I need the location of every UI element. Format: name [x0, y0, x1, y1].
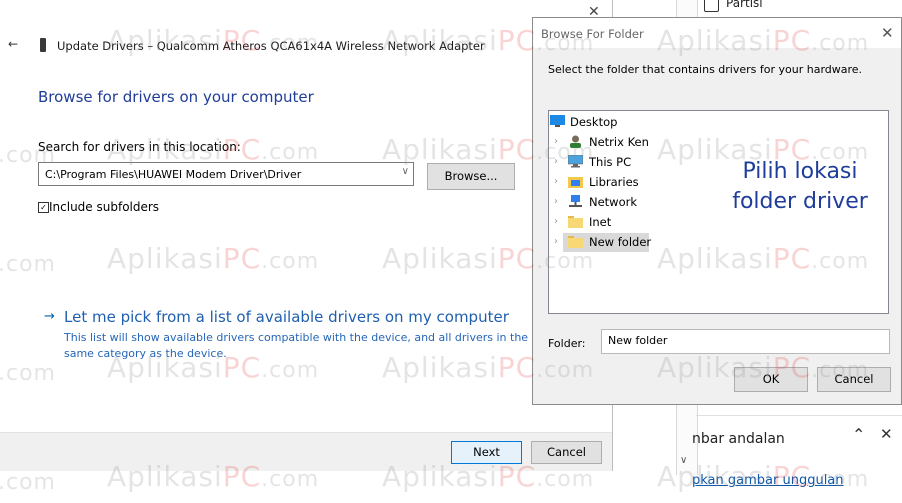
tree-item-label: This PC	[589, 155, 632, 169]
folder-icon	[568, 236, 583, 248]
folder-input-value: New folder	[608, 334, 668, 347]
network-icon	[569, 195, 582, 207]
tree-item-label: Network	[589, 195, 638, 209]
expand-chevron-icon[interactable]: ›	[554, 236, 558, 247]
driver-path-combobox[interactable]: C:\Program Files\HUAWEI Modem Driver\Dri…	[38, 162, 414, 186]
annotation-line: folder driver	[732, 189, 868, 214]
scroll-down-icon[interactable]: ∨	[680, 455, 687, 466]
browse-button[interactable]: Browse...	[427, 163, 515, 190]
tree-item-label: Desktop	[570, 115, 618, 129]
annotation-line: Pilih lokasi	[742, 159, 858, 184]
libraries-icon	[568, 177, 583, 188]
expand-chevron-icon[interactable]: ›	[554, 156, 558, 167]
folder-input[interactable]: New folder	[601, 329, 890, 354]
folder-label: Folder:	[548, 337, 586, 350]
expand-chevron-icon[interactable]: ›	[554, 136, 558, 147]
ok-button[interactable]: OK	[734, 367, 808, 392]
tree-item-label: New folder	[589, 235, 652, 249]
next-button[interactable]: Next	[451, 441, 522, 464]
browse-folder-dialog: Browse For Folder ✕ Select the folder th…	[532, 17, 902, 405]
section-title: nbar andalan	[692, 431, 785, 447]
annotation-text: Pilih lokasi folder driver	[725, 157, 875, 217]
tree-item-new-folder[interactable]: › New folder	[549, 233, 879, 253]
back-arrow-icon[interactable]: ←	[8, 37, 18, 51]
device-icon	[40, 38, 46, 52]
close-icon[interactable]: ✕	[880, 425, 893, 443]
divider	[696, 415, 902, 416]
tree-item-user[interactable]: › Netrix Ken	[549, 133, 879, 153]
cancel-button[interactable]: Cancel	[531, 441, 602, 464]
folder-icon	[568, 216, 583, 228]
computer-icon	[568, 155, 583, 168]
cancel-button[interactable]: Cancel	[817, 367, 891, 392]
search-location-label: Search for drivers in this location:	[38, 140, 241, 154]
expand-chevron-icon[interactable]: ›	[554, 216, 558, 227]
expand-chevron-icon[interactable]: ›	[554, 196, 558, 207]
partisi-label: Partisi	[726, 0, 763, 10]
expand-chevron-icon[interactable]: ›	[554, 176, 558, 187]
user-icon	[570, 135, 581, 148]
update-drivers-window: ✕ ← Update Drivers – Qualcomm Atheros QC…	[0, 0, 613, 471]
tree-item-label: Libraries	[589, 175, 639, 189]
dialog-title: Browse For Folder	[541, 27, 644, 41]
page-heading: Browse for drivers on your computer	[38, 88, 314, 106]
tree-item-label: Inet	[589, 215, 612, 229]
tree-item-label: Netrix Ken	[589, 135, 649, 149]
chevron-down-icon[interactable]: ∨	[402, 166, 409, 177]
pick-from-list-link[interactable]: Let me pick from a list of available dri…	[64, 308, 509, 326]
partisi-checkbox[interactable]	[704, 0, 719, 12]
tree-item-desktop[interactable]: Desktop	[549, 113, 879, 133]
dialog-titlebar: Browse For Folder ✕	[533, 18, 901, 48]
desktop-icon	[550, 115, 565, 127]
close-icon[interactable]: ✕	[881, 24, 894, 42]
folder-tree[interactable]: Desktop › Netrix Ken › This PC › Librari…	[548, 110, 889, 314]
dialog-instruction: Select the folder that contains drivers …	[548, 63, 863, 76]
window-title: Update Drivers – Qualcomm Atheros QCA61x…	[57, 39, 485, 53]
include-subfolders-label: Include subfolders	[49, 200, 160, 214]
featured-image-link[interactable]: pkan gambar unggulan	[692, 473, 844, 488]
arrow-right-icon: →	[44, 309, 55, 324]
driver-path-value: C:\Program Files\HUAWEI Modem Driver\Dri…	[45, 168, 302, 181]
pick-description: This list will show available drivers co…	[64, 331, 529, 360]
include-subfolders-checkbox[interactable]: ✓	[38, 202, 49, 213]
chevron-up-icon[interactable]: ⌃	[852, 425, 865, 444]
